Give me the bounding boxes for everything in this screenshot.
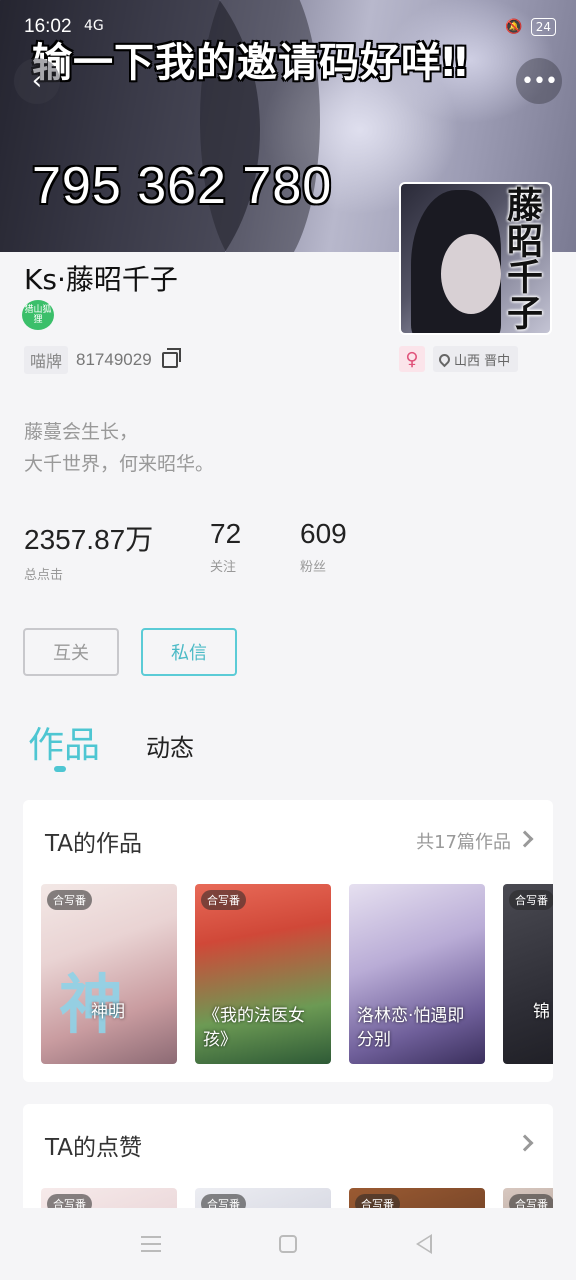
work-tag: 合写番: [47, 890, 92, 910]
work-tag: 合写番: [509, 890, 553, 910]
copy-icon[interactable]: [161, 348, 181, 368]
stat-following[interactable]: 72 关注: [210, 518, 300, 583]
chevron-right-icon[interactable]: [516, 830, 534, 848]
stat-label: 关注: [210, 560, 237, 575]
bio-line: 大千世界，何来昭华。: [24, 453, 215, 475]
stat-value: 72: [210, 518, 242, 549]
chevron-left-icon: ‹: [31, 66, 43, 96]
back-triangle-icon[interactable]: [416, 1234, 432, 1254]
likes-title: TA的点赞: [45, 1135, 142, 1161]
work-tag: 合写番: [201, 890, 246, 910]
avatar-overlay-text: 藤昭千子: [501, 186, 543, 330]
stat-value: 609: [300, 518, 347, 549]
tab-works[interactable]: 作品: [28, 716, 100, 768]
stat-clicks: 2357.87万 总点击: [24, 518, 210, 583]
mutual-follow-button[interactable]: 互关: [23, 628, 119, 676]
message-button[interactable]: 私信: [141, 628, 237, 676]
work-title: 《我的法医女孩》: [203, 1006, 305, 1050]
work-title: 神明: [91, 1002, 125, 1022]
works-title: TA的作品: [45, 831, 142, 857]
level-badge[interactable]: 猎山狐狸: [22, 300, 54, 330]
stat-label: 粉丝: [300, 560, 327, 575]
location-tag: 山西 晋中: [433, 346, 519, 372]
id-label: 喵牌: [24, 346, 69, 374]
work-item[interactable]: 合写番 锦: [503, 884, 553, 1064]
tab-indicator: [54, 766, 66, 772]
system-navbar: [0, 1208, 576, 1280]
battery-icon: 24: [530, 18, 556, 36]
banner-invite-code: 795 362 780: [32, 157, 333, 215]
work-title: 锦: [533, 1002, 550, 1022]
works-list: 神 合写番 神明 合写番 《我的法医女孩》 洛林恋·怕遇即分别 合写番 锦: [41, 884, 553, 1064]
works-card: TA的作品 共17篇作品 神 合写番 神明 合写番 《我的法医女孩》 洛林恋·怕…: [23, 800, 553, 1082]
more-button[interactable]: •••: [516, 58, 562, 104]
stats-row: 2357.87万 总点击 72 关注 609 粉丝: [24, 518, 347, 583]
more-dots-icon: •••: [521, 68, 558, 94]
bell-muted-icon: 🔕: [505, 19, 523, 35]
id-row: 喵牌 81749029: [24, 346, 181, 374]
work-item[interactable]: 神 合写番 神明: [41, 884, 177, 1064]
avatar-face: [441, 234, 501, 314]
stat-label: 总点击: [24, 568, 64, 583]
chevron-right-icon[interactable]: [516, 1134, 534, 1152]
bio-line: 藤蔓会生长，: [24, 421, 139, 443]
stat-value: 2357.87万: [24, 524, 154, 555]
work-item[interactable]: 洛林恋·怕遇即分别: [349, 884, 485, 1064]
work-item[interactable]: 合写番 《我的法医女孩》: [195, 884, 331, 1064]
bio: 藤蔓会生长， 大千世界，何来昭华。: [24, 416, 214, 480]
banner-title: 输一下我的邀请码好咩‼: [32, 40, 469, 86]
id-value: 81749029: [76, 350, 152, 369]
home-icon[interactable]: [279, 1235, 297, 1253]
menu-icon[interactable]: [141, 1236, 161, 1252]
stat-followers[interactable]: 609 粉丝: [300, 518, 347, 583]
work-title: 洛林恋·怕遇即分别: [357, 1006, 465, 1050]
back-button[interactable]: ‹: [14, 58, 60, 104]
works-count[interactable]: 共17篇作品: [416, 828, 511, 854]
gender-badge: ♀: [399, 346, 425, 372]
location-text: 山西 晋中: [454, 353, 511, 369]
location-pin-icon: [436, 351, 453, 367]
tab-moments[interactable]: 动态: [146, 728, 194, 763]
avatar[interactable]: 藤昭千子: [399, 182, 552, 335]
username: Ks·藤昭千子: [24, 263, 178, 296]
